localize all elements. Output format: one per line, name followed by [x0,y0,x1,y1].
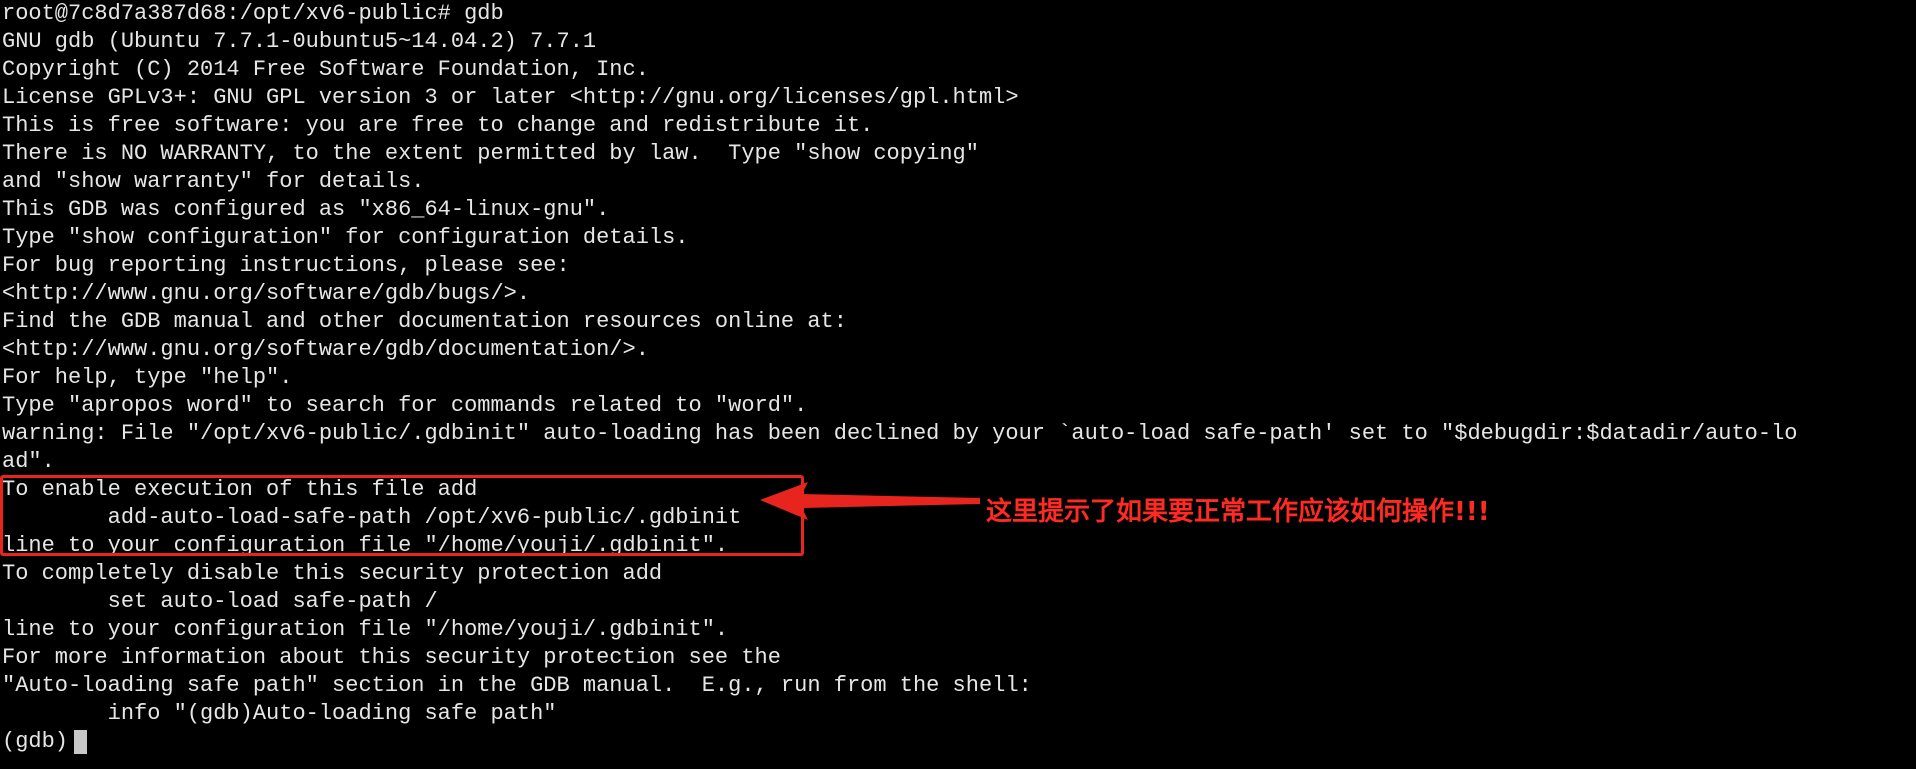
terminal-line: For help, type "help". [2,365,293,390]
terminal-line: Copyright (C) 2014 Free Software Foundat… [2,57,649,82]
terminal-window[interactable]: root@7c8d7a387d68:/opt/xv6-public# gdb G… [0,0,1916,769]
terminal-line: <http://www.gnu.org/software/gdb/documen… [2,337,649,362]
annotation-text: 这里提示了如果要正常工作应该如何操作!!! [986,497,1490,527]
terminal-line: Type "show configuration" for configurat… [2,225,689,250]
terminal-line: line to your configuration file "/home/y… [2,617,729,642]
gdb-prompt: (gdb) [2,729,69,754]
terminal-line: This GDB was configured as "x86_64-linux… [2,197,610,222]
terminal-line: Type "apropos word" to search for comman… [2,393,808,418]
terminal-line: <http://www.gnu.org/software/gdb/bugs/>. [2,281,531,306]
gdb-prompt-line[interactable]: (gdb) [2,728,1916,756]
terminal-line: root@7c8d7a387d68:/opt/xv6-public# gdb [2,1,504,26]
terminal-line: For bug reporting instructions, please s… [2,253,570,278]
terminal-line: set auto-load safe-path / [2,589,438,614]
text-cursor [74,730,88,754]
terminal-line: License GPLv3+: GNU GPL version 3 or lat… [2,85,1019,110]
terminal-line: info "(gdb)Auto-loading safe path" [2,701,557,726]
warning-line-continued: ad". [2,449,55,474]
terminal-line: "Auto-loading safe path" section in the … [2,673,1032,698]
terminal-line: For more information about this security… [2,645,781,670]
terminal-line: GNU gdb (Ubuntu 7.7.1-0ubuntu5~14.04.2) … [2,29,597,54]
terminal-line: There is NO WARRANTY, to the extent perm… [2,141,979,166]
terminal-line: To completely disable this security prot… [2,561,663,586]
terminal-line: and "show warranty" for details. [2,169,425,194]
arrow-left-icon [760,482,980,520]
highlight-box [0,475,804,556]
warning-line: warning: File "/opt/xv6-public/.gdbinit"… [2,421,1798,446]
terminal-line: This is free software: you are free to c… [2,113,874,138]
terminal-line: Find the GDB manual and other documentat… [2,309,847,334]
